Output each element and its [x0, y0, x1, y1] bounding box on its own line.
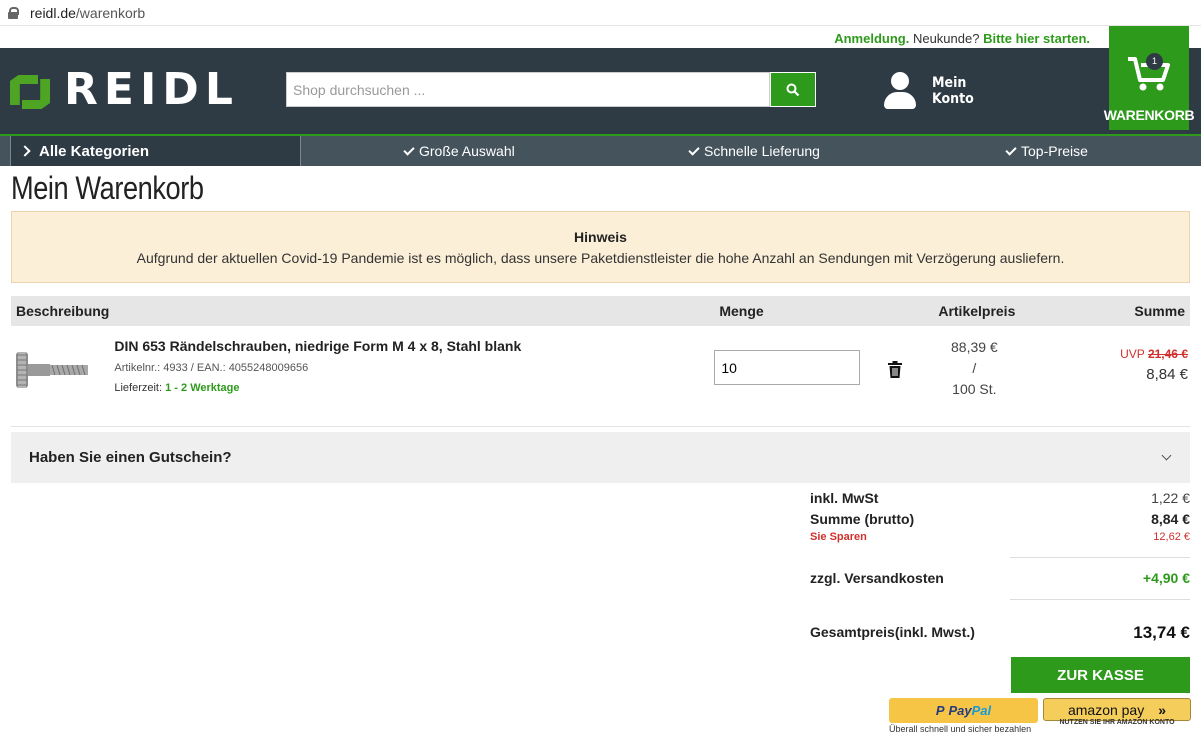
user-icon [884, 72, 916, 110]
usp-delivery: Schnelle Lieferung [688, 136, 820, 166]
lock-icon [8, 6, 19, 19]
paypal-logo-icon: P [935, 703, 945, 718]
cart-count-badge: 1 [1146, 53, 1163, 70]
amazon-caption: NUTZEN SIE IHR AMAZON KONTO [1059, 719, 1175, 726]
category-nav: Alle Kategorien Große Auswahl Schnelle L… [0, 134, 1201, 166]
all-categories-button[interactable]: Alle Kategorien [10, 136, 301, 166]
notice-box: Hinweis Aufgrund der aktuellen Covid-19 … [11, 211, 1190, 283]
col-quantity: Menge [714, 296, 915, 326]
logo[interactable]: REIDL [10, 68, 239, 112]
line-total: 8,84 € [1146, 366, 1188, 383]
new-customer-text: Neukunde? [912, 31, 980, 46]
amazon-pay-logo: amazon pay [1067, 701, 1145, 718]
search-bar [286, 72, 816, 107]
divider [1010, 599, 1190, 600]
address-bar[interactable]: reidl.de/warenkorb [0, 0, 1201, 26]
search-button[interactable] [770, 72, 816, 107]
totals-panel: inkl. MwSt 1,22 € Summe (brutto) 8,84 € Si… [810, 488, 1190, 643]
site-header: REIDL MeinKonto 1 WARENKORB [0, 26, 1201, 134]
notice-heading: Hinweis [574, 229, 627, 245]
savings-row: Sie Sparen 12,62 € [810, 531, 1190, 543]
col-sum: Summe [1064, 296, 1190, 326]
all-categories-label: Alle Kategorien [39, 142, 150, 160]
paypal-button[interactable]: P Pay Pal [889, 698, 1038, 723]
col-description: Beschreibung [11, 296, 115, 326]
coupon-label: Haben Sie einen Gutschein? [29, 448, 232, 466]
login-link[interactable]: Anmeldung. [834, 31, 909, 46]
logo-mark-icon [10, 69, 50, 111]
check-icon [403, 143, 415, 156]
usp-selection: Große Auswahl [403, 136, 515, 166]
check-icon [688, 143, 700, 156]
table-row: DIN 653 Rändelschrauben, niedrige Form M… [11, 326, 1190, 426]
top-links: Anmeldung. Neukunde? Bitte hier starten. [0, 26, 1201, 48]
quantity-input[interactable] [714, 350, 861, 385]
chevron-down-icon [1161, 450, 1172, 460]
delivery-time: Lieferzeit: 1 - 2 Werktage [114, 382, 240, 394]
notice-text: Aufgrund der aktuellen Covid-19 Pandemie… [136, 250, 1065, 266]
search-icon [786, 83, 800, 96]
chevron-right-icon [19, 145, 31, 157]
product-meta: Artikelnr.: 4933 / EAN.: 4055248009656 [114, 362, 309, 374]
url-path: /warenkorb [75, 4, 146, 21]
paypal-caption: Überall schnell und sicher bezahlen [889, 724, 1032, 734]
account-label: Mein Konto [932, 75, 974, 107]
double-chevron-icon: » [1158, 701, 1167, 718]
amazon-pay-button[interactable]: amazon pay » [1043, 698, 1191, 721]
checkout-button[interactable]: ZUR KASSE [1011, 657, 1190, 693]
gross-row: Summe (brutto) 8,84 € [810, 511, 1190, 527]
check-icon [1005, 143, 1017, 156]
search-input[interactable] [286, 72, 770, 107]
cart-label: WARENKORB [1103, 107, 1195, 123]
shipping-row: zzgl. Versandkosten +4,90 € [810, 570, 1190, 586]
coupon-toggle[interactable]: Haben Sie einen Gutschein? [11, 431, 1190, 483]
register-link[interactable]: Bitte hier starten. [983, 31, 1090, 46]
trash-icon[interactable] [887, 361, 903, 379]
page-title: Mein Warenkorb [11, 170, 204, 206]
uvp-price: UVP 21,46 € [1120, 347, 1188, 361]
product-name-link[interactable]: DIN 653 Rändelschrauben, niedrige Form M… [114, 338, 714, 354]
usp-prices: Top-Preise [1005, 136, 1088, 166]
product-image[interactable] [11, 335, 93, 405]
cart-table: Beschreibung Menge Artikelpreis Summe DI… [11, 296, 1190, 427]
logo-text: REIDL [64, 64, 239, 115]
line-sum: UVP 21,46 € 8,84 € [1064, 326, 1190, 426]
account-link[interactable]: Mein Konto [884, 72, 974, 110]
url-host: reidl.de [30, 4, 76, 21]
grand-total-row: Gesamtpreis(inkl. Mwst.) 13,74 € [810, 623, 1190, 642]
cart-button[interactable]: 1 WARENKORB [1104, 26, 1195, 130]
unit-price: 88,39 € / 100 St. [951, 339, 998, 397]
col-unit-price: Artikelpreis [914, 296, 1065, 326]
vat-row: inkl. MwSt 1,22 € [810, 490, 1190, 506]
